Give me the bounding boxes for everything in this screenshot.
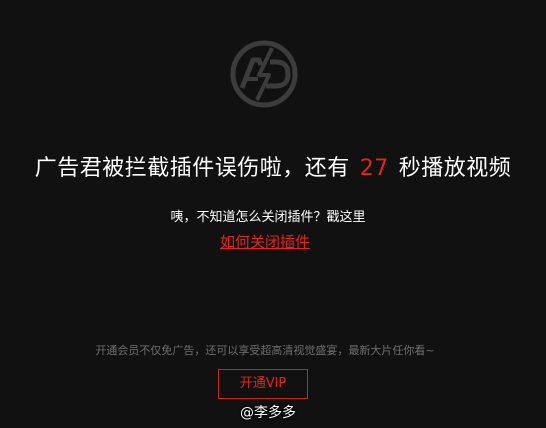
message-prefix: 广告君被拦截插件误伤啦，还有 <box>34 156 350 181</box>
vip-promo-text: 开通会员不仅免广告，还可以享受超高清视觉盛宴，最新大片任你看~ <box>95 344 435 357</box>
ad-block-notice-screen: 广告君被拦截插件误伤啦，还有 27 秒播放视频 咦，不知道怎么关闭插件？戳这里 如何… <box>0 0 546 428</box>
message-suffix: 秒播放视频 <box>398 156 512 181</box>
how-to-disable-plugin-link[interactable]: 如何关闭插件 <box>0 231 530 252</box>
countdown-message: 广告君被拦截插件误伤啦，还有 27 秒播放视频 <box>0 150 546 182</box>
disable-plugin-hint: 咦，不知道怎么关闭插件？戳这里 <box>170 210 366 225</box>
open-vip-button[interactable]: 开通VIP <box>218 369 308 399</box>
watermark: @李多多 <box>240 405 296 421</box>
countdown-seconds: 27 <box>359 156 389 181</box>
adblock-logo-icon <box>230 40 298 108</box>
